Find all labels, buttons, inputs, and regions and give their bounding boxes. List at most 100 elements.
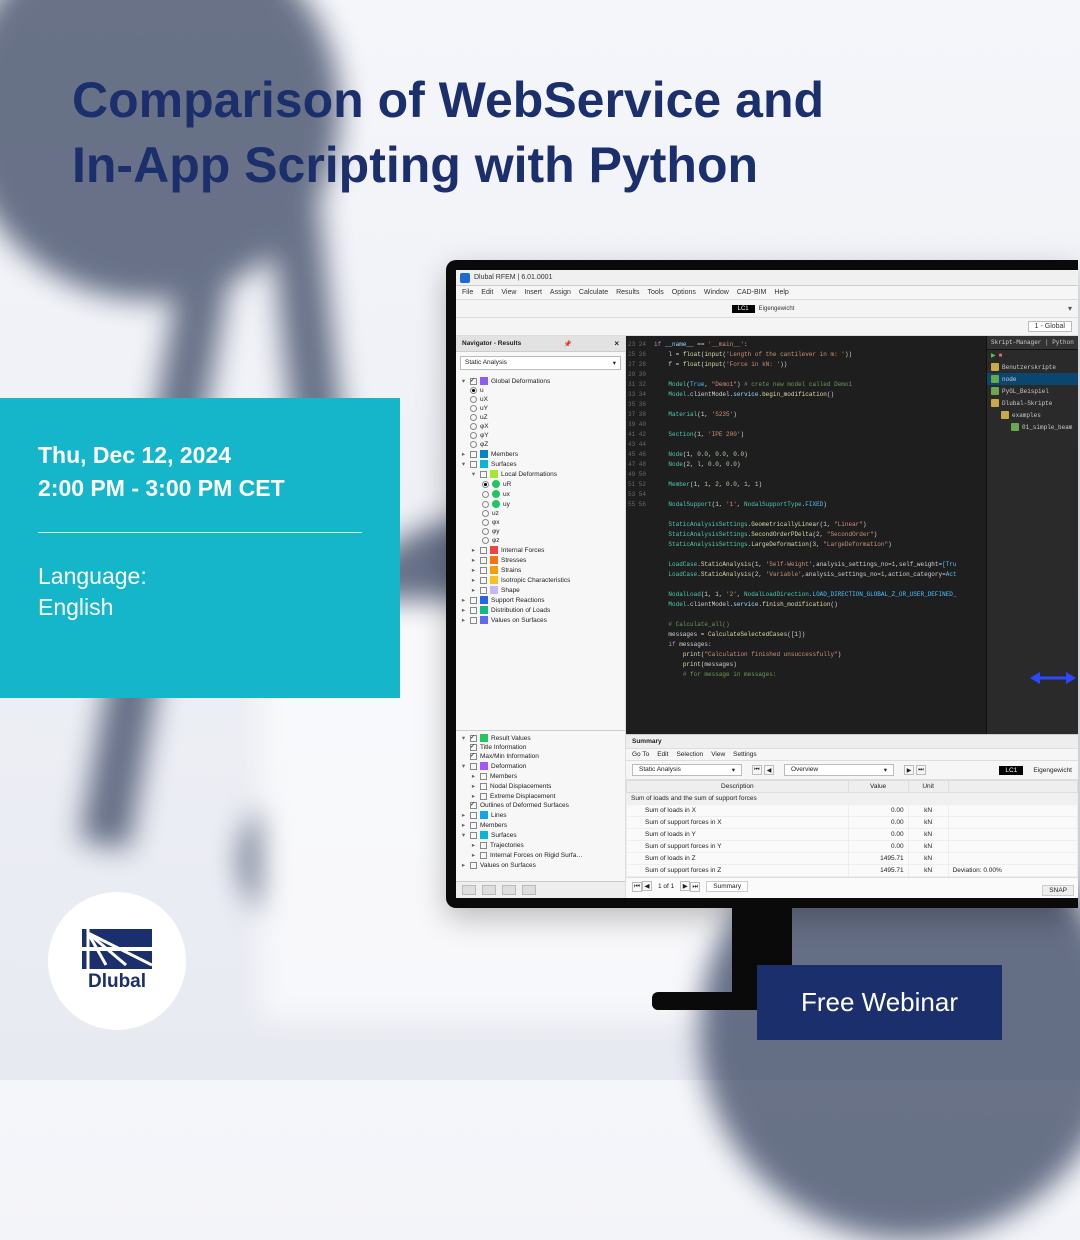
script-item[interactable]: node	[987, 373, 1078, 385]
checkbox[interactable]	[480, 471, 487, 478]
summary-menu-settings[interactable]: Settings	[733, 751, 757, 758]
expand-icon[interactable]: ▸	[470, 782, 477, 790]
global-dropdown[interactable]: 1 - Global	[1028, 321, 1072, 332]
tree-item[interactable]: ▾Surfaces	[460, 459, 621, 469]
nav-tab-views-icon[interactable]	[502, 885, 516, 895]
script-item[interactable]: examples	[987, 409, 1078, 421]
expand-icon[interactable]: ▾	[460, 762, 467, 770]
checkbox[interactable]	[480, 773, 487, 780]
tree-item[interactable]: Title Information	[460, 743, 621, 752]
last-icon[interactable]: ⏭	[916, 765, 926, 775]
checkbox[interactable]	[470, 451, 477, 458]
menu-help[interactable]: Help	[774, 289, 788, 296]
tree-item[interactable]: ux	[460, 489, 621, 499]
tree-item[interactable]: ▸Isotropic Characteristics	[460, 575, 621, 585]
radio[interactable]	[482, 510, 489, 517]
nav-tab-data-icon[interactable]	[462, 885, 476, 895]
tree-item[interactable]: ▸Nodal Displacements	[460, 781, 621, 791]
checkbox[interactable]	[480, 852, 487, 859]
tree-item[interactable]: ▸Members	[460, 449, 621, 459]
first-icon[interactable]: ⏮	[752, 765, 762, 775]
snap-indicator[interactable]: SNAP	[1042, 885, 1074, 896]
tree-item[interactable]: ▸Values on Surfaces	[460, 860, 621, 870]
expand-icon[interactable]: ▸	[460, 821, 467, 829]
tree-item[interactable]: u	[460, 386, 621, 395]
lc-badge[interactable]: LC1	[732, 305, 755, 313]
summary-menu-selection[interactable]: Selection	[676, 751, 703, 758]
checkbox[interactable]	[470, 744, 477, 751]
checkbox[interactable]	[470, 802, 477, 809]
script-item[interactable]: Dlubal-Skripte	[987, 397, 1078, 409]
prev-icon[interactable]: ◀	[642, 881, 652, 891]
menu-cad-bim[interactable]: CAD-BIM	[737, 289, 767, 296]
expand-icon[interactable]: ▸	[460, 861, 467, 869]
tree-item[interactable]: ▾Surfaces	[460, 830, 621, 840]
tree-item[interactable]: uX	[460, 395, 621, 404]
nav-tab-results-icon[interactable]	[522, 885, 536, 895]
menu-calculate[interactable]: Calculate	[579, 289, 608, 296]
menu-options[interactable]: Options	[672, 289, 696, 296]
tree-item[interactable]: Max/Min Information	[460, 752, 621, 761]
tree-item[interactable]: ▸Trajectories	[460, 840, 621, 850]
prev-icon[interactable]: ◀	[764, 765, 774, 775]
expand-icon[interactable]: ▾	[470, 470, 477, 478]
next-icon[interactable]: ▶	[680, 881, 690, 891]
script-item[interactable]: PyGL_Beispiel	[987, 385, 1078, 397]
radio[interactable]	[482, 481, 489, 488]
summary-view-dropdown[interactable]: Overview▾	[784, 764, 894, 776]
tree-item[interactable]: ▾Deformation	[460, 761, 621, 771]
expand-icon[interactable]: ▸	[460, 596, 467, 604]
expand-icon[interactable]: ▸	[470, 566, 477, 574]
checkbox[interactable]	[480, 793, 487, 800]
tree-item[interactable]: ▾Result Values	[460, 733, 621, 743]
run-icon[interactable]: ▶	[991, 352, 996, 359]
tree-item[interactable]: φz	[460, 536, 621, 545]
tree-item[interactable]: φx	[460, 518, 621, 527]
tree-item[interactable]: φY	[460, 431, 621, 440]
expand-icon[interactable]: ▸	[460, 450, 467, 458]
checkbox[interactable]	[470, 597, 477, 604]
menu-window[interactable]: Window	[704, 289, 729, 296]
expand-icon[interactable]: ▸	[460, 606, 467, 614]
radio[interactable]	[482, 537, 489, 544]
table-row[interactable]: Sum of loads in Y0.00kN	[627, 829, 1078, 841]
checkbox[interactable]	[470, 461, 477, 468]
expand-icon[interactable]: ▸	[460, 616, 467, 624]
table-row[interactable]: Sum of loads in X0.00kN	[627, 805, 1078, 817]
checkbox[interactable]	[480, 783, 487, 790]
tree-item[interactable]: φX	[460, 422, 621, 431]
tree-item[interactable]: ▾Local Deformations	[460, 469, 621, 479]
tree-item[interactable]: Outlines of Deformed Surfaces	[460, 801, 621, 810]
expand-icon[interactable]: ▸	[470, 792, 477, 800]
nav-tab-display-icon[interactable]	[482, 885, 496, 895]
checkbox[interactable]	[480, 557, 487, 564]
tree-item[interactable]: ▸Extreme Displacement	[460, 791, 621, 801]
expand-icon[interactable]: ▸	[470, 586, 477, 594]
expand-icon[interactable]: ▸	[470, 772, 477, 780]
tree-item[interactable]: ▸Members	[460, 771, 621, 781]
radio[interactable]	[470, 441, 477, 448]
summary-analysis-dropdown[interactable]: Static Analysis▾	[632, 764, 742, 776]
checkbox[interactable]	[470, 753, 477, 760]
menu-tools[interactable]: Tools	[647, 289, 663, 296]
analysis-type-dropdown[interactable]: Static Analysis ▾	[460, 356, 621, 370]
expand-icon[interactable]: ▸	[470, 546, 477, 554]
menu-insert[interactable]: Insert	[524, 289, 542, 296]
tree-item[interactable]: ▸Strains	[460, 565, 621, 575]
tree-item[interactable]: uZ	[460, 413, 621, 422]
checkbox[interactable]	[480, 547, 487, 554]
script-item[interactable]: 01_simple_beam	[987, 421, 1078, 433]
menu-results[interactable]: Results	[616, 289, 639, 296]
tree-item[interactable]: ▸Internal Forces	[460, 545, 621, 555]
checkbox[interactable]	[480, 842, 487, 849]
radio[interactable]	[470, 423, 477, 430]
radio[interactable]	[470, 387, 477, 394]
tree-item[interactable]: φy	[460, 527, 621, 536]
menu-assign[interactable]: Assign	[550, 289, 571, 296]
table-row[interactable]: Sum of loads in Z1495.71kN	[627, 853, 1078, 865]
checkbox[interactable]	[470, 617, 477, 624]
checkbox[interactable]	[470, 607, 477, 614]
checkbox[interactable]	[470, 812, 477, 819]
menu-file[interactable]: File	[462, 289, 473, 296]
radio[interactable]	[470, 432, 477, 439]
